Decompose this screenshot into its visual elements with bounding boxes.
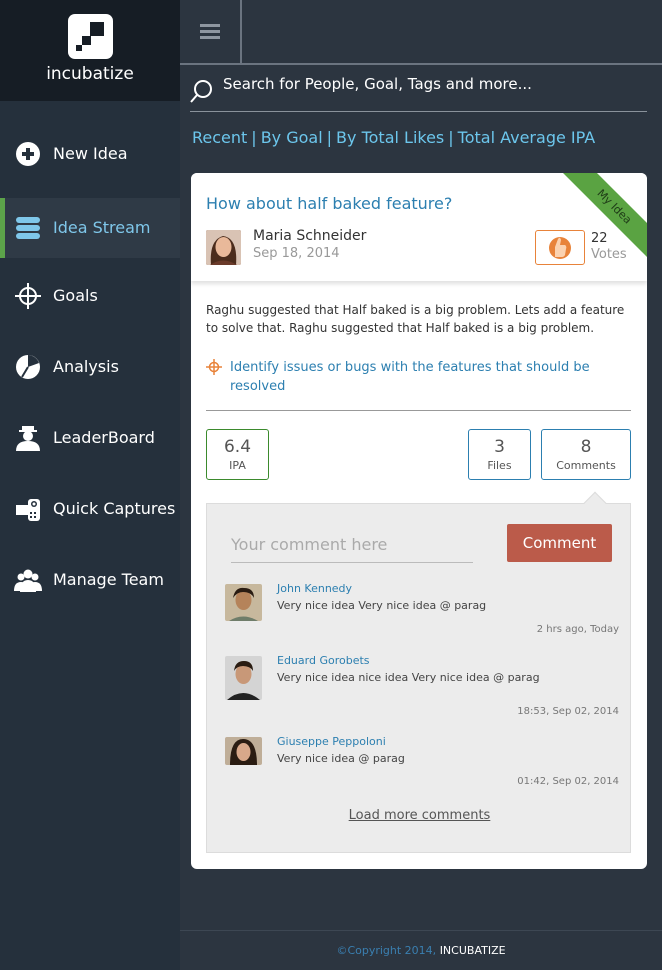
stack-icon [16, 217, 40, 239]
idea-card-header: How about half baked feature? My Idea Ma… [191, 173, 647, 281]
crosshair-icon [206, 359, 222, 375]
sidebar-item-label: New Idea [53, 144, 128, 163]
logo-area: incubatize [0, 0, 180, 101]
like-button[interactable] [535, 230, 585, 265]
plus-circle-icon [16, 142, 40, 166]
comment-time: 2 hrs ago, Today [536, 624, 619, 635]
files-label: Files [487, 459, 512, 472]
sidebar-item-leaderboard[interactable]: LeaderBoard [0, 408, 180, 468]
filter-total-average-ipa[interactable]: Total Average IPA [458, 128, 596, 147]
commenter-name[interactable]: Giuseppe Peppoloni [277, 735, 386, 748]
panel-pointer [583, 491, 607, 515]
sidebar-item-label: Manage Team [53, 570, 164, 589]
divider [206, 410, 631, 411]
search-icon[interactable] [190, 78, 214, 104]
idea-date: Sep 18, 2014 [253, 246, 340, 261]
commenter-avatar[interactable] [225, 656, 262, 700]
camera-icon [16, 499, 40, 521]
author-name[interactable]: Maria Schneider [253, 228, 366, 244]
logo-icon [68, 14, 113, 59]
hamburger-icon [200, 24, 220, 27]
ipa-label: IPA [229, 459, 246, 472]
filter-recent[interactable]: Recent [192, 128, 247, 147]
sidebar-item-label: Goals [53, 286, 98, 305]
pie-chart-icon [16, 355, 40, 379]
idea-description: Raghu suggested that Half baked is a big… [206, 303, 625, 335]
commenter-avatar[interactable] [225, 584, 262, 621]
commenter-avatar[interactable] [225, 737, 262, 765]
comment-input[interactable] [231, 527, 473, 563]
commenter-name[interactable]: Eduard Gorobets [277, 654, 370, 667]
comments-stat[interactable]: 8 Comments [541, 429, 631, 480]
idea-goal-link[interactable]: Identify issues or bugs with the feature… [230, 358, 620, 396]
person-icon [16, 426, 40, 451]
vote-label: Votes [591, 247, 627, 262]
footer: ©Copyright 2014, INCUBATIZE [180, 944, 662, 957]
comment-time: 01:42, Sep 02, 2014 [517, 776, 619, 787]
comment-text: Very nice idea @ parag [277, 752, 405, 765]
idea-title[interactable]: How about half baked feature? [206, 194, 452, 213]
idea-card: How about half baked feature? My Idea Ma… [191, 173, 647, 869]
sidebar-item-analysis[interactable]: Analysis [0, 337, 180, 397]
comment-text: Very nice idea nice idea Very nice idea … [277, 671, 540, 684]
ipa-value: 6.4 [223, 437, 252, 457]
files-stat[interactable]: 3 Files [468, 429, 531, 480]
sidebar-item-label: Quick Captures [53, 499, 176, 518]
comment-time: 18:53, Sep 02, 2014 [517, 706, 619, 717]
search-bar [190, 72, 647, 112]
logo-text: incubatize [46, 64, 134, 84]
sidebar-item-idea-stream[interactable]: Idea Stream [0, 198, 180, 258]
sidebar-item-label: Analysis [53, 357, 119, 376]
footer-divider [180, 930, 662, 931]
filter-by-total-likes[interactable]: By Total Likes [336, 128, 444, 147]
sidebar: incubatize New Idea Idea Stream Goals An… [0, 0, 180, 970]
author-avatar[interactable] [206, 230, 241, 265]
comments-label: Comments [556, 459, 616, 472]
sidebar-item-new-idea[interactable]: New Idea [0, 124, 180, 184]
thumbs-up-icon [549, 237, 571, 259]
comments-value: 8 [580, 437, 592, 457]
footer-copyright: ©Copyright 2014, [336, 944, 437, 957]
sidebar-item-label: LeaderBoard [53, 428, 155, 447]
comment-submit-button[interactable]: Comment [507, 524, 612, 562]
sidebar-item-manage-team[interactable]: Manage Team [0, 550, 180, 610]
filter-tabs: Recent | By Goal | By Total Likes | Total Aver… [192, 128, 596, 147]
filter-by-goal[interactable]: By Goal [261, 128, 323, 147]
comments-panel: Comment John Kennedy Very nice idea Very… [206, 491, 632, 853]
crosshair-icon [15, 283, 41, 309]
sidebar-item-goals[interactable]: Goals [0, 266, 180, 326]
commenter-name[interactable]: John Kennedy [277, 582, 352, 595]
files-value: 3 [494, 437, 505, 457]
sidebar-item-quick-captures[interactable]: Quick Captures [0, 479, 180, 539]
load-more-comments-link[interactable]: Load more comments [207, 808, 632, 823]
ipa-stat[interactable]: 6.4 IPA [206, 429, 269, 480]
top-bar [180, 0, 662, 65]
team-icon [14, 569, 42, 592]
comment-text: Very nice idea Very nice idea @ parag [277, 599, 487, 612]
vote-count: 22 [591, 231, 608, 246]
search-input[interactable] [223, 75, 633, 93]
footer-brand: INCUBATIZE [439, 944, 506, 957]
hamburger-menu-button[interactable] [180, 0, 242, 63]
sidebar-item-label: Idea Stream [53, 218, 151, 237]
